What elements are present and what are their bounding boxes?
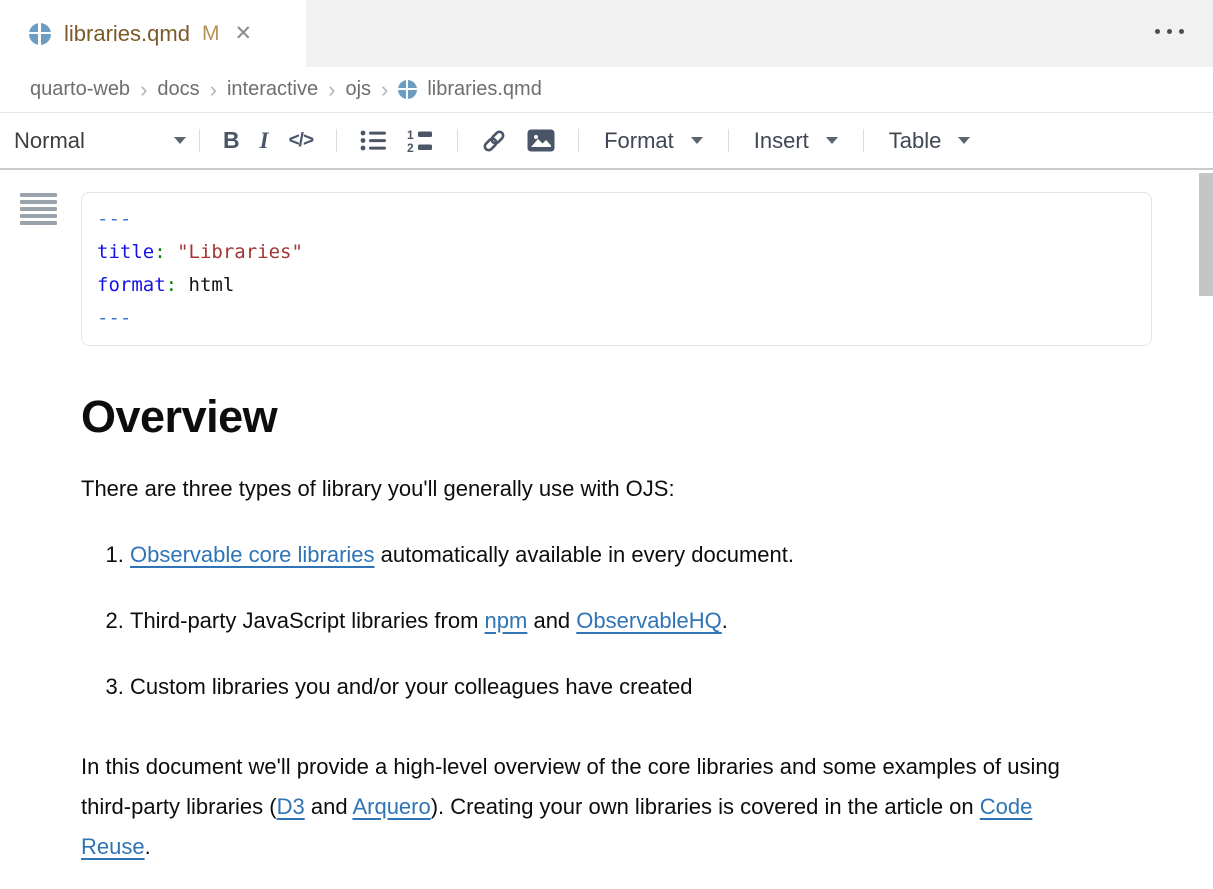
- yaml-line: format: html: [97, 269, 1136, 302]
- breadcrumb-item-quarto-web[interactable]: quarto-web: [30, 78, 130, 101]
- closing-paragraph: In this document we'll provide a high-le…: [81, 747, 1091, 867]
- chevron-down-icon: [174, 137, 186, 144]
- bullet-list-icon: [360, 129, 387, 152]
- breadcrumb-file-label: libraries.qmd: [427, 78, 541, 101]
- toolbar-divider: [457, 129, 458, 152]
- numbered-list-button[interactable]: 1 2: [407, 129, 434, 153]
- yaml-string: "Libraries": [177, 241, 303, 263]
- vertical-scrollbar[interactable]: [1199, 173, 1213, 296]
- chevron-right-icon: ›: [328, 77, 335, 103]
- ellipsis-icon: [1167, 29, 1172, 34]
- text-link[interactable]: Observable core libraries: [130, 542, 375, 567]
- text-link[interactable]: ObservableHQ: [576, 608, 722, 633]
- toolbar-divider: [863, 129, 864, 152]
- table-menu[interactable]: Table: [889, 128, 971, 154]
- toolbar-divider: [578, 129, 579, 152]
- breadcrumb-item-file[interactable]: libraries.qmd: [398, 78, 541, 101]
- image-icon: [527, 129, 555, 152]
- text-link[interactable]: D3: [277, 794, 305, 819]
- svg-text:2: 2: [407, 141, 414, 153]
- formatting-toolbar: Normal B I </> 1 2: [0, 113, 1213, 170]
- text-run: .: [722, 608, 728, 633]
- text-run: ). Creating your own libraries is covere…: [431, 794, 980, 819]
- insert-image-button[interactable]: [527, 129, 555, 152]
- tab-libraries-qmd[interactable]: libraries.qmd M ✕: [0, 0, 306, 67]
- link-icon: [481, 128, 507, 154]
- numbered-list-icon: 1 2: [407, 129, 434, 153]
- breadcrumb-item-docs[interactable]: docs: [157, 78, 199, 101]
- tab-bar: libraries.qmd M ✕: [0, 0, 1213, 67]
- section-heading: Overview: [81, 394, 1153, 439]
- yaml-colon: :: [154, 241, 165, 263]
- chevron-right-icon: ›: [210, 77, 217, 103]
- yaml-colon: :: [166, 274, 177, 296]
- list-item: Custom libraries you and/or your colleag…: [130, 667, 1153, 707]
- bold-button[interactable]: B: [223, 127, 240, 154]
- yaml-delim: ---: [97, 307, 131, 329]
- breadcrumb-item-interactive[interactable]: interactive: [227, 78, 318, 101]
- yaml-plain: html: [189, 274, 235, 296]
- format-menu[interactable]: Format: [604, 128, 703, 154]
- toolbar-divider: [336, 129, 337, 152]
- text-run: Custom libraries you and/or your colleag…: [130, 674, 693, 699]
- chevron-down-icon: [691, 137, 703, 144]
- italic-button[interactable]: I: [260, 128, 269, 154]
- intro-paragraph: There are three types of library you'll …: [81, 476, 1153, 502]
- editor-content[interactable]: --- title: "Libraries" format: html --- …: [0, 170, 1213, 867]
- yaml-plain: [177, 274, 188, 296]
- text-run: and: [527, 608, 576, 633]
- modified-badge: M: [202, 22, 220, 46]
- table-menu-label: Table: [889, 128, 942, 154]
- ellipsis-icon: [1179, 29, 1184, 34]
- toolbar-divider: [728, 129, 729, 152]
- insert-menu[interactable]: Insert: [754, 128, 838, 154]
- chevron-down-icon: [826, 137, 838, 144]
- chevron-right-icon: ›: [381, 77, 388, 103]
- yaml-front-matter-block[interactable]: --- title: "Libraries" format: html ---: [81, 192, 1152, 346]
- quarto-file-icon: [29, 23, 51, 45]
- ellipsis-icon: [1155, 29, 1160, 34]
- text-run: and: [305, 794, 353, 819]
- insert-link-button[interactable]: [481, 128, 507, 154]
- block-drag-handle-icon[interactable]: [20, 193, 57, 228]
- yaml-key: format: [97, 274, 166, 296]
- breadcrumb-item-ojs[interactable]: ojs: [345, 78, 371, 101]
- close-icon[interactable]: ✕: [234, 21, 252, 46]
- paragraph-style-select[interactable]: Normal: [14, 128, 186, 154]
- bullet-list-button[interactable]: [360, 129, 387, 152]
- toolbar-divider: [199, 129, 200, 152]
- list-item: Observable core libraries automatically …: [130, 535, 1153, 575]
- more-actions-button[interactable]: [1155, 29, 1184, 34]
- text-run: automatically available in every documen…: [375, 542, 794, 567]
- text-run: Third-party JavaScript libraries from: [130, 608, 485, 633]
- format-menu-label: Format: [604, 128, 674, 154]
- list-item: Third-party JavaScript libraries from np…: [130, 601, 1153, 641]
- quarto-file-icon: [398, 80, 417, 99]
- paragraph-style-value: Normal: [14, 128, 85, 154]
- tab-title: libraries.qmd: [64, 21, 190, 47]
- text-link[interactable]: Arquero: [352, 794, 430, 819]
- insert-menu-label: Insert: [754, 128, 809, 154]
- library-types-list: Observable core libraries automatically …: [81, 535, 1153, 707]
- chevron-down-icon: [958, 137, 970, 144]
- breadcrumb: quarto-web › docs › interactive › ojs › …: [0, 67, 1213, 113]
- chevron-right-icon: ›: [140, 77, 147, 103]
- yaml-line: ---: [97, 302, 1136, 335]
- yaml-key: title: [97, 241, 154, 263]
- yaml-line: ---: [97, 203, 1136, 236]
- yaml-line: title: "Libraries": [97, 236, 1136, 269]
- text-run: .: [145, 834, 151, 859]
- code-button[interactable]: </>: [289, 130, 313, 152]
- text-link[interactable]: npm: [485, 608, 528, 633]
- yaml-delim: ---: [97, 208, 131, 230]
- yaml-plain: [166, 241, 177, 263]
